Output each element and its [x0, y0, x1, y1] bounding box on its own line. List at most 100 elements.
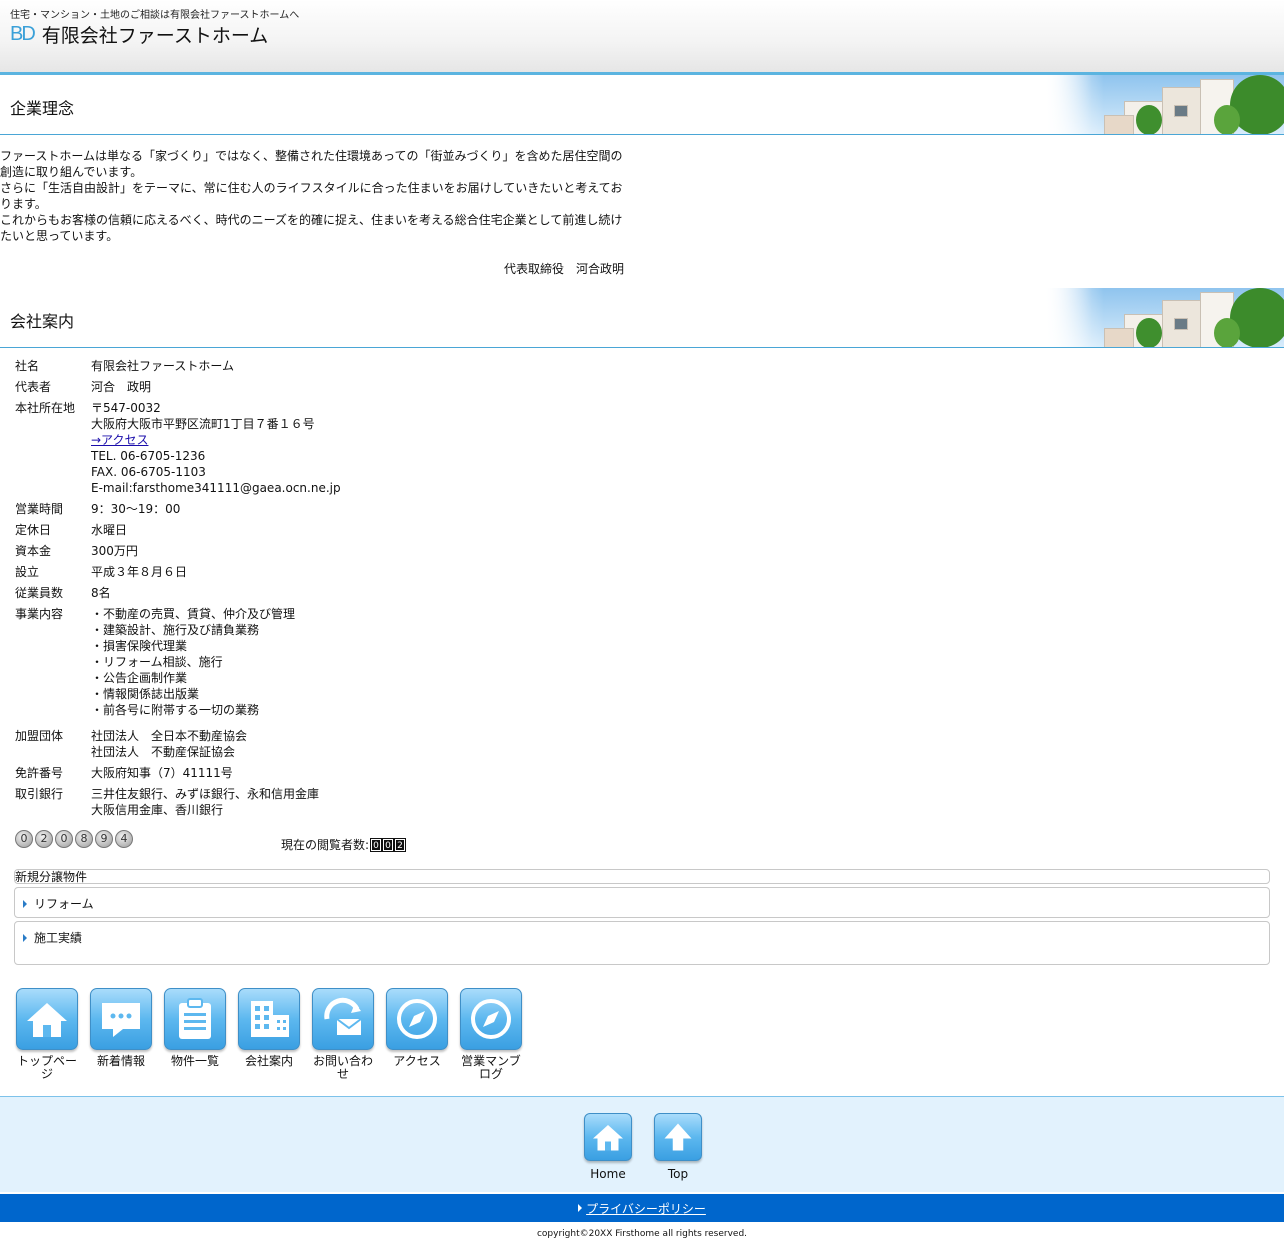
logo-company-name: 有限会社ファーストホーム — [41, 24, 269, 47]
footer-top-label: Top — [667, 1167, 689, 1181]
houses-photo — [1044, 288, 1284, 347]
philosophy-text: ファーストホームは単なる「家づくり」ではなく、整備された住環境あっての「街並みづ… — [0, 148, 626, 244]
nav-label: トップページ — [16, 1054, 77, 1081]
president-signature: 代表取締役 河合政明 — [503, 262, 624, 276]
row-key: 代表者 — [15, 380, 52, 394]
viewer-digit: 2 — [394, 837, 407, 852]
houses-photo — [1044, 75, 1284, 134]
building-icon — [238, 988, 300, 1050]
table-row: 従業員数 8名 — [15, 585, 341, 601]
nav-company[interactable]: 会社案内 — [237, 988, 301, 1081]
table-row: 本社所在地 〒547-0032 大阪府大阪市平野区流町1丁目７番１６号 →アクセ… — [15, 400, 341, 496]
row-value: 〒547-0032 大阪府大阪市平野区流町1丁目７番１６号 →アクセス TEL.… — [91, 400, 341, 496]
privacy-policy-link[interactable]: プライバシーポリシー — [578, 1200, 706, 1217]
icon-navigation: トップページ 新着情報 物件一覧 会社案内 お問い合わせ アクセス 営業マンブロ… — [15, 988, 523, 1081]
compass-icon — [386, 988, 448, 1050]
header-tagline: 住宅・マンション・土地のご相談は有限会社ファーストホームへ — [10, 10, 300, 21]
menu-new-sales-label: 新規分譲物件 — [15, 870, 88, 884]
table-row: 事業内容 ・不動産の売買、賃貸、仲介及び管理 ・建築設計、施行及び請負業務 ・損… — [15, 606, 341, 718]
nav-news[interactable]: 新着情報 — [89, 988, 153, 1081]
row-key: 免許番号 — [15, 766, 64, 780]
access-link[interactable]: →アクセス — [91, 433, 148, 447]
viewers-label: 現在の閲覧者数: — [281, 838, 370, 852]
table-row: 取引銀行 三井住友銀行、みずほ銀行、永和信用金庫 大阪信用金庫、香川銀行 — [15, 786, 341, 818]
counter-digit: 8 — [75, 830, 93, 848]
philosophy-line: ります。 — [0, 197, 47, 211]
footer-home-label: Home — [590, 1167, 626, 1181]
table-row: 免許番号 大阪府知事（7）41111号 — [15, 765, 341, 781]
nav-label: 会社案内 — [244, 1054, 293, 1068]
row-value: 8名 — [91, 586, 111, 600]
home-icon — [584, 1113, 632, 1161]
postal-code: 〒547-0032 — [91, 401, 161, 415]
menu-works[interactable]: 施工実績 — [14, 921, 1270, 965]
nav-label: 物件一覧 — [170, 1054, 219, 1068]
table-row: 定休日 水曜日 — [15, 522, 341, 538]
footer-nav: Home Top — [0, 1096, 1284, 1192]
section-header-company: 会社案内 — [0, 288, 1284, 348]
nav-access[interactable]: アクセス — [385, 988, 449, 1081]
table-row: 加盟団体 社団法人 全日本不動産協会 社団法人 不動産保証協会 — [15, 728, 341, 760]
menu-new-sales[interactable]: 新規分譲物件 — [14, 869, 1270, 884]
copyright: copyright©20XX Firsthome all rights rese… — [536, 1229, 748, 1239]
row-value: 河合 政明 — [91, 380, 152, 394]
philosophy-line: さらに「生活自由設計」をテーマに、常に住む人のライフスタイルに合った住まいをお届… — [0, 181, 623, 195]
site-header: 住宅・マンション・土地のご相談は有限会社ファーストホームへ BD 有限会社ファー… — [0, 0, 1284, 72]
philosophy-line: これからもお客様の信頼に応えるべく、時代のニーズを的確に捉え、住まいを考える総合… — [0, 213, 623, 227]
footer-home-button[interactable]: Home — [583, 1113, 633, 1181]
clipboard-icon — [164, 988, 226, 1050]
row-key: 資本金 — [15, 544, 52, 558]
counter-digit: 0 — [55, 830, 73, 848]
row-key: 事業内容 — [15, 607, 64, 621]
viewer-digit: 0 — [382, 837, 395, 852]
nav-top-page[interactable]: トップページ — [15, 988, 79, 1081]
row-key: 設立 — [15, 565, 40, 579]
counter-digit: 4 — [115, 830, 133, 848]
arrow-right-icon — [578, 1204, 583, 1212]
nav-label: 営業マンブログ — [461, 1054, 521, 1081]
current-viewers: 現在の閲覧者数: 0 0 2 — [281, 836, 407, 853]
counter-digit: 9 — [95, 830, 113, 848]
mail-icon — [312, 988, 374, 1050]
speech-bubble-icon — [90, 988, 152, 1050]
menu-reform-label: リフォーム — [34, 897, 94, 911]
row-key: 本社所在地 — [15, 401, 76, 415]
privacy-bar: プライバシーポリシー — [0, 1194, 1284, 1222]
address: 大阪府大阪市平野区流町1丁目７番１６号 — [91, 417, 315, 431]
fax: FAX. 06-6705-1103 — [91, 465, 206, 479]
home-icon — [16, 988, 78, 1050]
row-key: 加盟団体 — [15, 729, 64, 743]
row-value: 300万円 — [91, 544, 138, 558]
arrow-right-icon — [23, 899, 27, 908]
row-key: 社名 — [15, 359, 40, 373]
menu-reform[interactable]: リフォーム — [14, 887, 1270, 918]
nav-property-list[interactable]: 物件一覧 — [163, 988, 227, 1081]
privacy-policy-label: プライバシーポリシー — [586, 1201, 706, 1216]
section-title: 会社案内 — [10, 312, 75, 331]
row-value: ・不動産の売買、賃貸、仲介及び管理 ・建築設計、施行及び請負業務 ・損害保険代理… — [91, 607, 296, 717]
row-key: 営業時間 — [15, 502, 64, 516]
section-header-philosophy: 企業理念 — [0, 75, 1284, 135]
logo-mark: BD — [10, 22, 36, 45]
philosophy-line: ファーストホームは単なる「家づくり」ではなく、整備された住環境あっての「街並みづ… — [0, 149, 623, 163]
nav-contact[interactable]: お問い合わせ — [311, 988, 375, 1081]
table-row: 営業時間 9：30～19：00 — [15, 501, 341, 517]
counter-digit: 2 — [35, 830, 53, 848]
nav-staff-blog[interactable]: 営業マンブログ — [459, 988, 523, 1081]
access-counter: 0 2 0 8 9 4 — [15, 830, 133, 848]
row-value: 大阪府知事（7）41111号 — [91, 766, 233, 780]
table-row: 資本金 300万円 — [15, 543, 341, 559]
company-info-table: 社名 有限会社ファーストホーム 代表者 河合 政明 本社所在地 〒547-003… — [15, 358, 341, 823]
tel: TEL. 06-6705-1236 — [91, 449, 206, 463]
table-row: 代表者 河合 政明 — [15, 379, 341, 395]
menu-works-label: 施工実績 — [34, 931, 83, 945]
philosophy-line: たいと思っています。 — [0, 229, 119, 243]
philosophy-line: 創造に取り組んでいます。 — [0, 165, 143, 179]
row-value: 有限会社ファーストホーム — [91, 359, 235, 373]
row-key: 取引銀行 — [15, 787, 64, 801]
arrow-up-icon — [654, 1113, 702, 1161]
footer-top-button[interactable]: Top — [653, 1113, 703, 1181]
row-value: 平成３年８月６日 — [91, 565, 188, 579]
row-value: 社団法人 全日本不動産協会 社団法人 不動産保証協会 — [91, 729, 248, 759]
site-logo[interactable]: BD 有限会社ファーストホーム — [10, 22, 269, 47]
